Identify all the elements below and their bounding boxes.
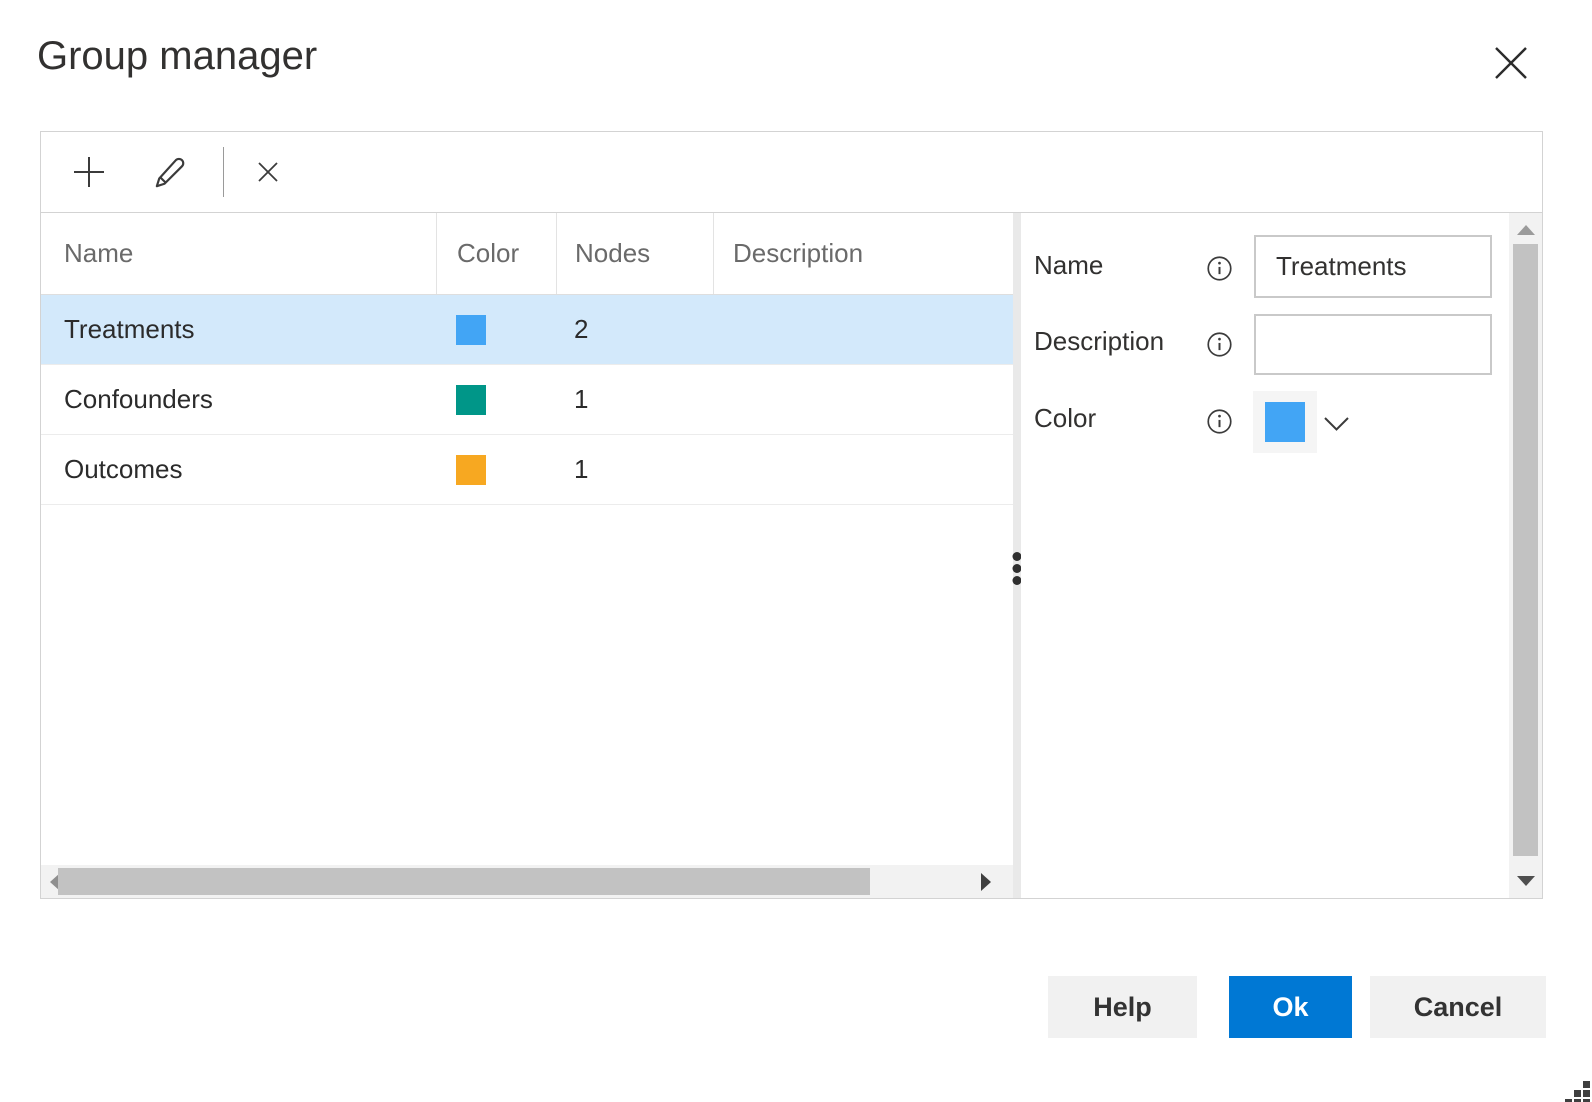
selected-color-swatch [1265, 402, 1305, 442]
table-row-outcomes[interactable]: Outcomes 1 [41, 435, 1013, 505]
row-description-cell [713, 365, 1013, 434]
group-table: Name Color Nodes Description Treatments … [41, 213, 1013, 898]
panel-splitter[interactable] [1012, 213, 1022, 898]
row-color-cell [436, 435, 556, 504]
vertical-scrollbar-thumb[interactable] [1513, 244, 1538, 856]
help-button[interactable]: Help [1048, 976, 1197, 1038]
scroll-right-arrow-icon[interactable] [981, 872, 991, 891]
table-header: Name Color Nodes Description [41, 213, 1013, 295]
table-row-confounders[interactable]: Confounders 1 [41, 365, 1013, 435]
pencil-icon [155, 157, 185, 188]
color-dropdown-button[interactable] [1323, 416, 1350, 438]
description-info-icon[interactable] [1206, 331, 1233, 358]
cancel-button[interactable]: Cancel [1370, 976, 1546, 1038]
color-picker-button[interactable] [1253, 391, 1317, 453]
row-color-swatch [456, 314, 486, 345]
column-header-color: Color [436, 213, 556, 294]
column-header-nodes: Nodes [556, 213, 713, 294]
delete-group-button[interactable] [240, 144, 296, 200]
toolbar [41, 132, 1542, 213]
name-info-icon[interactable] [1206, 255, 1233, 282]
row-color-cell [436, 365, 556, 434]
row-name-cell: Confounders [64, 384, 213, 414]
row-nodes-cell: 1 [574, 454, 589, 484]
ok-button[interactable]: Ok [1229, 976, 1352, 1038]
description-input[interactable] [1254, 314, 1492, 375]
scroll-up-arrow-icon[interactable] [1516, 225, 1535, 235]
plus-icon [74, 157, 104, 187]
row-color-cell [436, 295, 556, 364]
row-description-cell [713, 435, 1013, 504]
row-nodes-cell: 2 [574, 314, 589, 344]
close-x-icon [1495, 47, 1527, 79]
horizontal-scrollbar[interactable] [41, 865, 1013, 898]
description-label: Description [1034, 326, 1165, 356]
dialog-title: Group manager [37, 34, 318, 78]
chevron-down-icon [1324, 417, 1349, 431]
row-name-cell: Outcomes [64, 454, 183, 484]
name-input[interactable] [1254, 235, 1492, 298]
column-header-description: Description [713, 213, 1013, 294]
row-name-cell: Treatments [64, 314, 195, 344]
name-label: Name [1034, 250, 1104, 280]
scroll-down-arrow-icon[interactable] [1516, 876, 1535, 886]
color-label: Color [1034, 403, 1097, 433]
vertical-scrollbar[interactable] [1509, 213, 1542, 898]
table-row-treatments[interactable]: Treatments 2 [41, 295, 1013, 365]
color-info-icon[interactable] [1206, 408, 1233, 435]
group-details-panel: Name Description [1021, 213, 1509, 898]
row-color-swatch [456, 384, 486, 415]
add-group-button[interactable] [61, 144, 117, 200]
toolbar-divider [223, 147, 224, 197]
content-area: Name Color Nodes Description Treatments … [41, 213, 1542, 898]
horizontal-scrollbar-thumb[interactable] [58, 868, 870, 895]
group-manager-body: Name Color Nodes Description Treatments … [40, 131, 1543, 899]
row-nodes-cell: 1 [574, 384, 589, 414]
x-icon [258, 162, 278, 182]
group-manager-dialog: Group manager Name Color Nodes Descripti… [0, 0, 1592, 1102]
row-color-swatch [456, 454, 486, 485]
row-description-cell [713, 295, 1013, 364]
close-button[interactable] [1489, 41, 1533, 85]
edit-group-button[interactable] [143, 144, 199, 200]
column-header-name: Name [64, 238, 134, 268]
resize-grip[interactable] [1565, 1081, 1590, 1102]
